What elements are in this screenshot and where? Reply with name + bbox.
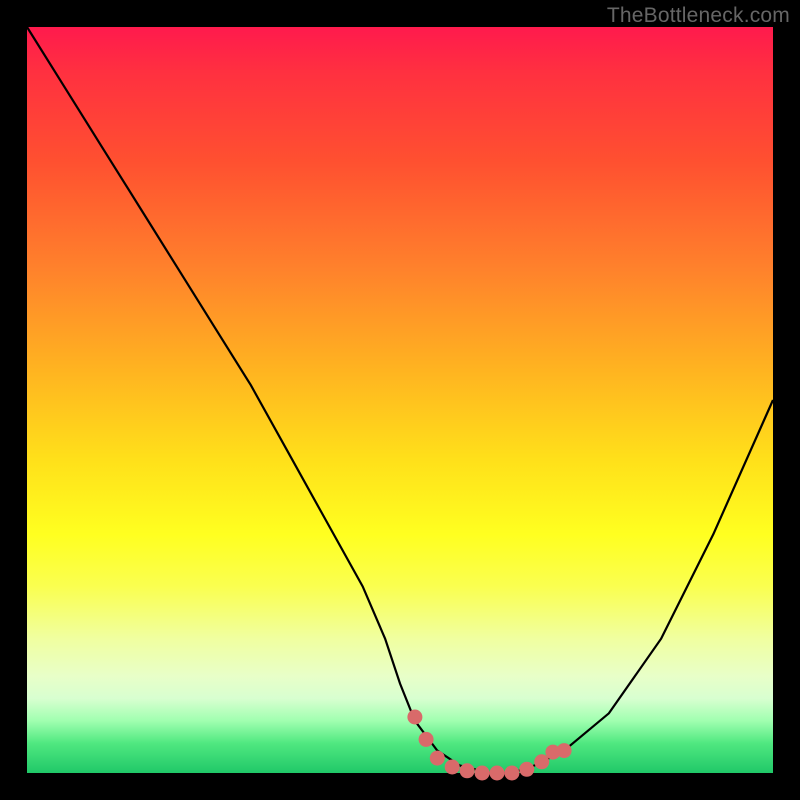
watermark-text: TheBottleneck.com [607, 4, 790, 28]
highlight-dot [475, 766, 490, 781]
highlight-dot [490, 766, 505, 781]
highlight-dot [445, 760, 460, 775]
highlight-dot [407, 710, 422, 725]
highlight-dot [504, 766, 519, 781]
highlight-dot [557, 743, 572, 758]
highlight-dot [460, 763, 475, 778]
bottleneck-curve-path [27, 27, 773, 773]
chart-overlay [27, 27, 773, 773]
highlight-dot [430, 751, 445, 766]
highlight-dot [519, 762, 534, 777]
highlight-dot [419, 732, 434, 747]
